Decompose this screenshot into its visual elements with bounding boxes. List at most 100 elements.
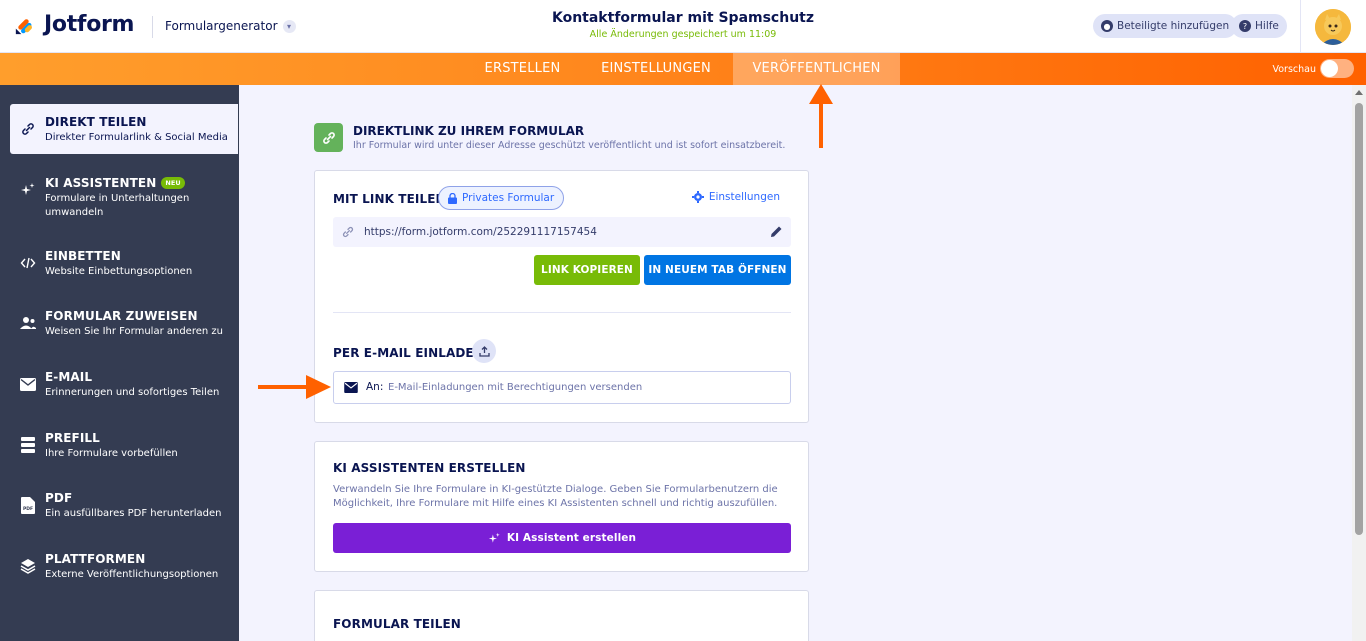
sidebar-item-title: PREFILL (45, 431, 100, 445)
ai-assistant-title: KI ASSISTENTEN ERSTELLEN (333, 461, 526, 475)
sidebar-item-subtitle: Externe Veröffentlichungsoptionen (45, 569, 219, 580)
form-url: https://form.jotform.com/252291117157454 (364, 226, 597, 238)
publish-navbar: ERSTELLEN EINSTELLUNGEN VERÖFFENTLICHEN … (0, 53, 1366, 85)
sidebar-item-prefill[interactable]: PREFILL Ihre Formulare vorbefüllen (10, 420, 238, 470)
sidebar-item-title: KI ASSISTENTEN NEU (45, 176, 185, 190)
preview-toggle[interactable] (1320, 59, 1354, 78)
avatar-divider (1300, 0, 1301, 53)
sidebar-item-platforms[interactable]: PLATTFORMEN Externe Veröffentlichungsopt… (10, 541, 238, 591)
avatar-image (1315, 9, 1351, 45)
tab-publish[interactable]: VERÖFFENTLICHEN (733, 53, 900, 85)
brand-name: Jotform (44, 12, 135, 37)
upload-icon[interactable] (472, 339, 496, 363)
gear-icon (691, 191, 704, 203)
code-icon (19, 254, 37, 272)
top-header: Jotform Formulargenerator ▾ Kontaktformu… (0, 0, 1366, 53)
jotform-logo-icon (15, 18, 32, 34)
sidebar-item-title: EINBETTEN (45, 249, 121, 263)
share-with-link-card: MIT LINK TEILEN Privates Formular Einste… (314, 170, 809, 423)
private-form-badge[interactable]: Privates Formular (438, 186, 565, 210)
envelope-icon (344, 382, 358, 393)
assign-user-icon (19, 314, 37, 332)
section-divider (333, 312, 791, 313)
user-icon: ● (1101, 20, 1113, 32)
sidebar-item-subtitle: Ein ausfüllbares PDF herunterladen (45, 508, 222, 519)
invite-email-title: PER E-MAIL EINLADEN (333, 346, 484, 360)
tab-create[interactable]: ERSTELLEN (470, 53, 575, 85)
chevron-down-icon: ▾ (282, 19, 296, 33)
sidebar-item-title: FORMULAR ZUWEISEN (45, 309, 198, 323)
annotation-arrow-up (809, 84, 833, 148)
settings-label: Einstellungen (708, 191, 780, 203)
sidebar-item-assign-form[interactable]: FORMULAR ZUWEISEN Weisen Sie Ihr Formula… (10, 298, 238, 348)
sidebar-item-subtitle: Formulare in Unterhaltungen umwandeln (45, 193, 190, 218)
form-title[interactable]: Kontaktformular mit Spamschutz (483, 10, 883, 26)
header-divider (152, 16, 153, 38)
pdf-icon: PDF (19, 496, 37, 514)
layers-icon (19, 557, 37, 575)
sidebar-item-ai-assistants[interactable]: KI ASSISTENTEN NEU Formulare in Unterhal… (10, 165, 238, 223)
scroll-up-arrow[interactable] (1355, 90, 1363, 95)
form-url-field[interactable]: https://form.jotform.com/252291117157454 (333, 217, 791, 247)
svg-text:PDF: PDF (23, 506, 33, 512)
link-icon (314, 123, 343, 152)
toggle-knob (1321, 60, 1338, 77)
avatar[interactable] (1315, 9, 1351, 45)
share-with-link-title: MIT LINK TEILEN (333, 192, 446, 206)
prefill-icon (19, 436, 37, 454)
sidebar-item-title: DIREKT TEILEN (45, 115, 147, 129)
create-ai-assistant-button[interactable]: KI Assistent erstellen (333, 523, 791, 553)
add-participants-label: Beteiligte hinzufügen (1117, 20, 1230, 32)
scrollbar-thumb[interactable] (1355, 103, 1363, 535)
generator-label: Formulargenerator (165, 19, 278, 33)
sidebar-item-subtitle: Erinnerungen und sofortiges Teilen (45, 387, 220, 398)
direct-link-subtitle: Ihr Formular wird unter dieser Adresse g… (353, 140, 786, 151)
publish-sidebar: DIREKT TEILEN Direkter Formularlink & So… (0, 85, 239, 641)
link-icon (19, 120, 37, 138)
annotation-arrow-right (258, 375, 331, 399)
new-badge: NEU (161, 177, 185, 189)
envelope-icon (19, 375, 37, 393)
to-label: An: (366, 381, 384, 393)
settings-link[interactable]: Einstellungen (691, 191, 780, 203)
email-invite-input[interactable]: An: E-Mail-Einladungen mit Berechtigunge… (333, 371, 791, 404)
ai-assistant-card: KI ASSISTENTEN ERSTELLEN Verwandeln Sie … (314, 441, 809, 572)
sidebar-item-title: E-MAIL (45, 370, 93, 384)
lock-icon (448, 192, 457, 204)
sidebar-item-subtitle: Ihre Formulare vorbefüllen (45, 448, 178, 459)
jotform-logo[interactable]: Jotform (14, 12, 134, 37)
generator-dropdown[interactable]: Formulargenerator ▾ (165, 19, 296, 33)
sidebar-item-title-text: KI ASSISTENTEN (45, 176, 157, 190)
sparkle-icon (19, 181, 37, 199)
help-button[interactable]: ? Hilfe (1231, 14, 1287, 38)
pencil-icon[interactable] (770, 225, 783, 238)
direct-link-title: DIREKTLINK ZU IHREM FORMULAR (353, 124, 585, 138)
ai-assistant-description: Verwandeln Sie Ihre Formulare in KI-gest… (333, 484, 778, 509)
form-title-area: Kontaktformular mit Spamschutz Alle Ände… (483, 10, 883, 40)
sidebar-item-email[interactable]: E-MAIL Erinnerungen und sofortiges Teile… (10, 359, 238, 409)
add-participants-button[interactable]: ● Beteiligte hinzufügen (1093, 14, 1238, 38)
link-icon (342, 226, 354, 238)
share-form-title: FORMULAR TEILEN (333, 617, 461, 631)
sidebar-item-direct-share[interactable]: DIREKT TEILEN Direkter Formularlink & So… (10, 104, 238, 154)
sidebar-item-title: PDF (45, 491, 73, 505)
main-scrollbar[interactable] (1352, 85, 1366, 641)
sidebar-item-pdf[interactable]: PDF PDF Ein ausfüllbares PDF herunterlad… (10, 480, 238, 530)
sparkle-icon (488, 532, 500, 543)
sidebar-item-embed[interactable]: EINBETTEN Website Einbettungsoptionen (10, 238, 238, 288)
email-placeholder: E-Mail-Einladungen mit Berechtigungen ve… (388, 382, 643, 393)
sidebar-item-subtitle: Direkter Formularlink & Social Media (45, 132, 228, 143)
open-new-tab-button[interactable]: IN NEUEM TAB ÖFFNEN (644, 255, 791, 285)
share-form-card: FORMULAR TEILEN (314, 590, 809, 641)
preview-label: Vorschau (1272, 64, 1316, 75)
private-form-label: Privates Formular (462, 192, 555, 204)
sidebar-item-title: PLATTFORMEN (45, 552, 146, 566)
copy-link-button[interactable]: LINK KOPIEREN (534, 255, 640, 285)
tab-settings[interactable]: EINSTELLUNGEN (584, 53, 728, 85)
create-ai-assistant-label: KI Assistent erstellen (506, 532, 637, 544)
question-icon: ? (1239, 20, 1251, 32)
sidebar-item-subtitle: Website Einbettungsoptionen (45, 266, 193, 277)
save-status: Alle Änderungen gespeichert um 11:09 (589, 29, 777, 40)
help-label: Hilfe (1255, 20, 1279, 32)
sidebar-item-subtitle: Weisen Sie Ihr Formular anderen zu (45, 326, 223, 337)
